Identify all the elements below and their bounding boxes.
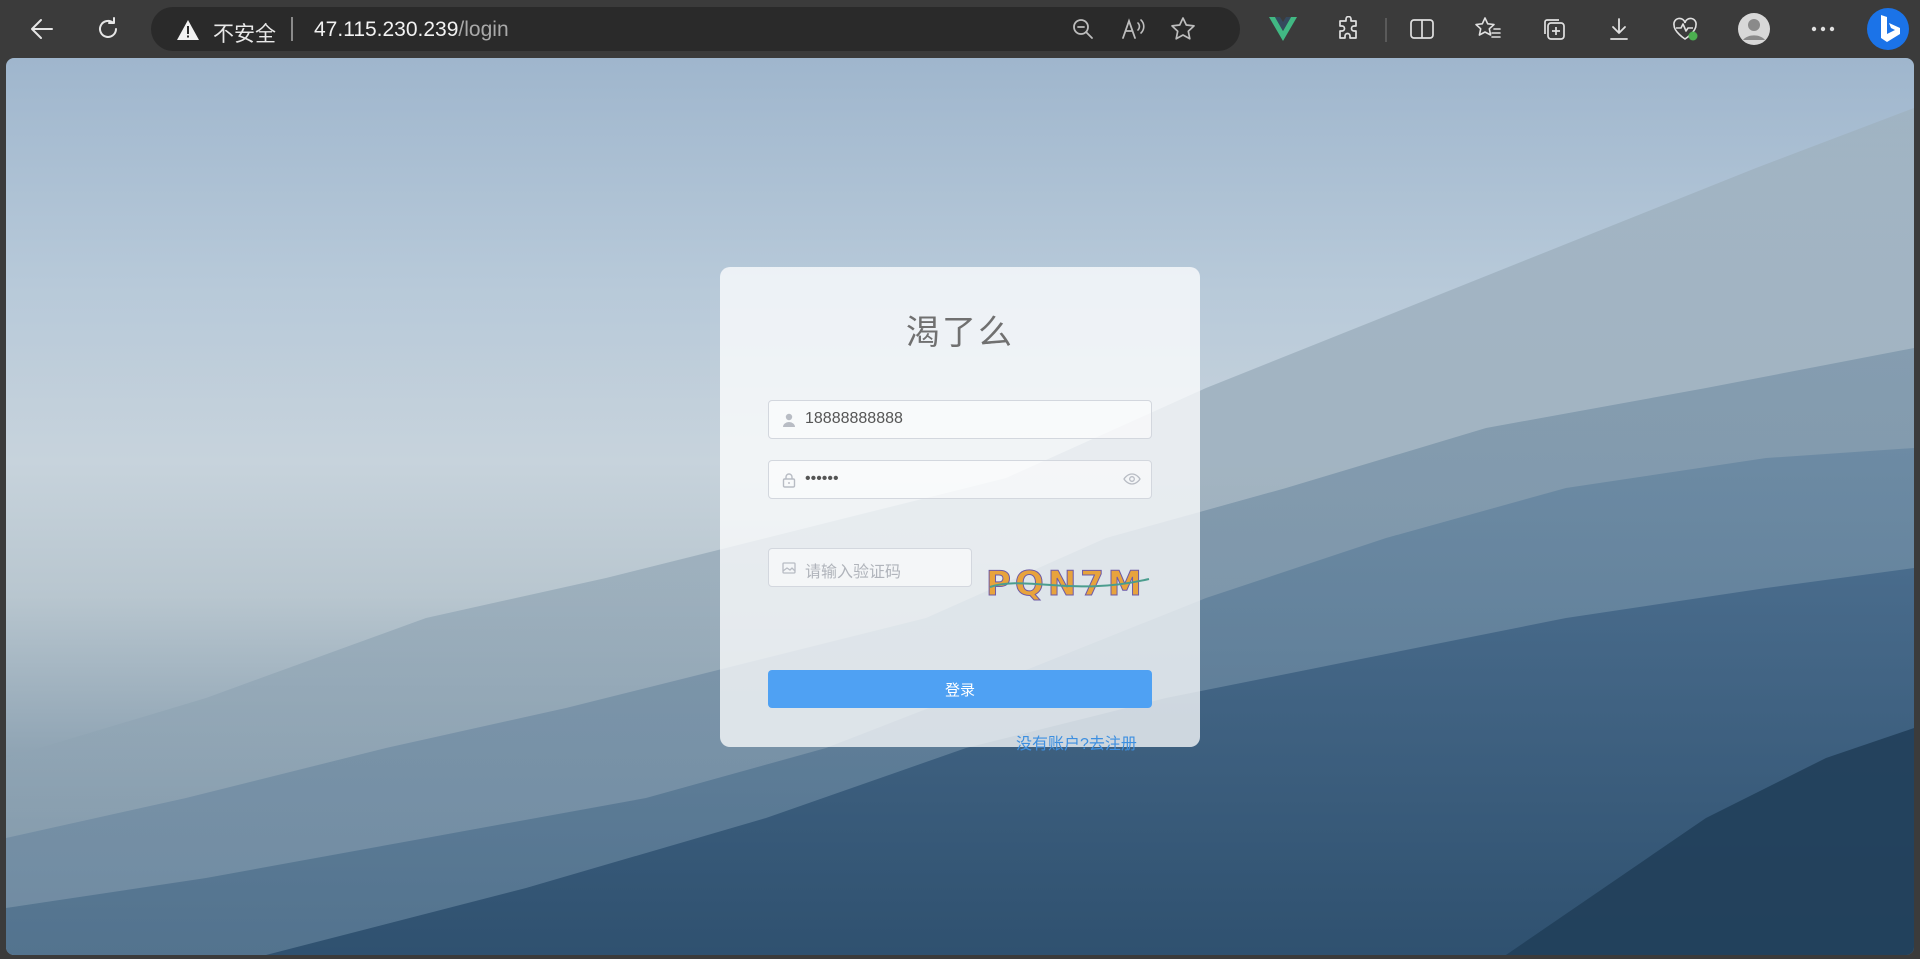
page-viewport: 渴了么 18888888888 •••••• 请输入验证码 PQN7M 登录 没… bbox=[6, 58, 1914, 955]
toolbar-divider bbox=[1385, 18, 1387, 42]
address-separator bbox=[291, 17, 293, 41]
read-aloud-button[interactable] bbox=[1119, 15, 1147, 43]
collections-button[interactable] bbox=[1534, 9, 1574, 49]
user-icon bbox=[783, 413, 795, 427]
address-bar[interactable]: 不安全 47.115.230.239/login bbox=[151, 7, 1240, 51]
username-value: 18888888888 bbox=[805, 410, 903, 427]
collections-icon bbox=[1544, 19, 1565, 40]
read-aloud-icon bbox=[1122, 18, 1145, 39]
download-icon bbox=[1610, 18, 1628, 40]
eye-icon[interactable] bbox=[1123, 472, 1141, 486]
password-input[interactable]: •••••• bbox=[768, 460, 1152, 499]
captcha-input[interactable]: 请输入验证码 bbox=[768, 548, 972, 587]
login-card: 渴了么 18888888888 •••••• 请输入验证码 PQN7M 登录 没… bbox=[720, 267, 1200, 753]
security-status[interactable]: 不安全 bbox=[213, 18, 276, 48]
login-button[interactable]: 登录 bbox=[768, 670, 1152, 708]
url-path: /login bbox=[458, 18, 509, 41]
picture-icon bbox=[782, 562, 796, 574]
captcha-image[interactable]: PQN7M bbox=[984, 557, 1154, 603]
extensions-button[interactable] bbox=[1329, 9, 1369, 49]
url-text[interactable]: 47.115.230.239/login bbox=[314, 18, 509, 42]
more-button[interactable] bbox=[1803, 9, 1843, 49]
warning-icon bbox=[177, 20, 199, 40]
profile-avatar-icon bbox=[1738, 13, 1770, 45]
vue-devtools-icon bbox=[1269, 17, 1297, 41]
app-title: 渴了么 bbox=[906, 314, 1014, 352]
vue-devtools-button[interactable] bbox=[1263, 9, 1303, 49]
favorites-button[interactable] bbox=[1468, 9, 1508, 49]
favorites-icon bbox=[1475, 17, 1501, 38]
split-screen-button[interactable] bbox=[1402, 9, 1442, 49]
copilot-button[interactable] bbox=[1864, 5, 1912, 53]
username-input[interactable]: 18888888888 bbox=[768, 400, 1152, 439]
register-link[interactable]: 没有账户?去注册 bbox=[1016, 730, 1137, 754]
refresh-icon bbox=[99, 17, 117, 38]
lock-icon bbox=[782, 473, 796, 488]
url-host: 47.115.230.239 bbox=[314, 18, 459, 41]
browser-essentials-button[interactable] bbox=[1665, 9, 1705, 49]
favorite-star-icon bbox=[1171, 17, 1195, 40]
extensions-icon bbox=[1339, 16, 1357, 39]
back-arrow-icon bbox=[31, 19, 53, 39]
add-favorite-button[interactable] bbox=[1169, 15, 1197, 43]
more-icon bbox=[1811, 26, 1835, 32]
split-screen-icon bbox=[1410, 19, 1434, 39]
captcha-placeholder: 请输入验证码 bbox=[805, 564, 902, 581]
refresh-button[interactable] bbox=[88, 9, 128, 49]
zoom-out-button[interactable] bbox=[1069, 15, 1097, 43]
profile-button[interactable] bbox=[1734, 9, 1774, 49]
bing-copilot-icon bbox=[1867, 8, 1909, 50]
browser-essentials-icon bbox=[1673, 17, 1698, 41]
browser-toolbar: 不安全 47.115.230.239/login bbox=[0, 0, 1920, 58]
back-button[interactable] bbox=[22, 9, 62, 49]
downloads-button[interactable] bbox=[1599, 9, 1639, 49]
password-value: •••••• bbox=[805, 470, 839, 487]
zoom-out-icon bbox=[1073, 19, 1093, 39]
